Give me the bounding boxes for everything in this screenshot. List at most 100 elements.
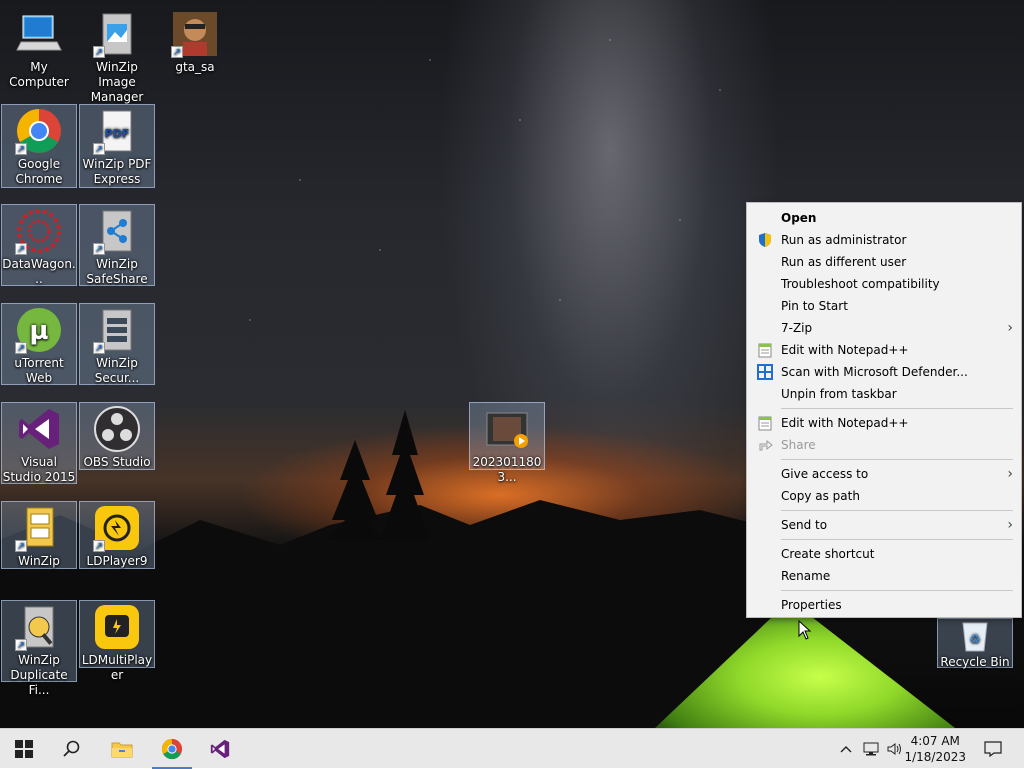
chevron-up-icon (840, 746, 852, 753)
search-icon (63, 740, 80, 757)
shortcut-arrow-icon: ↗ (171, 46, 183, 58)
menu-item-scan-with-defender[interactable]: Scan with Microsoft Defender... (747, 361, 1021, 383)
icon-label: LDMultiPlayer (81, 653, 153, 682)
taskbar-visual-studio[interactable] (196, 729, 244, 769)
desktop-icon-datawagon[interactable]: ↗ DataWagon... (1, 204, 77, 286)
shortcut-arrow-icon: ↗ (15, 243, 27, 255)
volume-button[interactable] (884, 729, 906, 769)
winzip-safeshare-icon: ↗ (93, 207, 141, 255)
icon-label: WinZip PDF Express (82, 157, 152, 186)
visual-studio-icon (210, 739, 230, 759)
desktop-icon-winzip-secure[interactable]: ↗ WinZip Secur... (79, 303, 155, 385)
video-file-icon (483, 405, 531, 453)
menu-item-edit-with-notepadpp-2[interactable]: Edit with Notepad++ (747, 412, 1021, 434)
desktop-icon-ldmultiplayer[interactable]: LDMultiPlayer (79, 600, 155, 682)
menu-item-create-shortcut[interactable]: Create shortcut (747, 543, 1021, 565)
menu-separator (781, 510, 1013, 511)
menu-item-open[interactable]: Open (747, 207, 1021, 229)
menu-item-label: Share (781, 438, 816, 452)
notifications-button[interactable] (978, 729, 1008, 769)
context-menu: Open Run as administrator Run as differe… (746, 202, 1022, 618)
winzip-secure-icon: ↗ (93, 306, 141, 354)
submenu-arrow-icon: › (1007, 320, 1013, 336)
desktop-icon-video-file[interactable]: 2023011803... (469, 402, 545, 484)
menu-item-label: Copy as path (781, 489, 860, 503)
shortcut-arrow-icon: ↗ (93, 540, 105, 552)
menu-item-edit-with-notepadpp[interactable]: Edit with Notepad++ (747, 339, 1021, 361)
menu-item-label: Properties (781, 598, 842, 612)
menu-item-label: Send to (781, 518, 828, 532)
desktop-icon-ldplayer9[interactable]: ↗ LDPlayer9 (79, 501, 155, 569)
winzip-image-icon: ↗ (93, 10, 141, 58)
visual-studio-icon (15, 405, 63, 453)
desktop-icon-winzip[interactable]: ↗ WinZip (1, 501, 77, 569)
icon-label: LDPlayer9 (86, 554, 148, 568)
icon-label: WinZip (18, 554, 60, 568)
desktop-icon-google-chrome[interactable]: ↗ Google Chrome (1, 104, 77, 188)
winzip-icon: ↗ (15, 504, 63, 552)
menu-item-rename[interactable]: Rename (747, 565, 1021, 587)
svg-text:µ: µ (29, 316, 48, 346)
menu-item-unpin-from-taskbar[interactable]: Unpin from taskbar (747, 383, 1021, 405)
network-button[interactable] (860, 729, 882, 769)
shortcut-arrow-icon: ↗ (93, 243, 105, 255)
icon-label: WinZip Secur... (94, 356, 140, 385)
uac-shield-icon (757, 232, 773, 248)
desktop-icon-obs-studio[interactable]: OBS Studio (79, 402, 155, 470)
submenu-arrow-icon: › (1007, 517, 1013, 533)
icon-label: WinZip Duplicate Fi... (10, 653, 68, 697)
taskbar-file-explorer[interactable] (98, 729, 146, 769)
menu-separator (781, 539, 1013, 540)
menu-item-troubleshoot-compatibility[interactable]: Troubleshoot compatibility (747, 273, 1021, 295)
menu-item-properties[interactable]: Properties (747, 594, 1021, 616)
submenu-arrow-icon: › (1007, 466, 1013, 482)
menu-item-label: Run as administrator (781, 233, 907, 247)
obs-icon (93, 405, 141, 453)
clock-time: 4:07 AM (910, 734, 960, 748)
share-icon (757, 437, 773, 453)
clock[interactable]: 4:07 AM 1/18/2023 (904, 733, 966, 765)
icon-label: DataWagon... (2, 257, 76, 286)
desktop-icon-visual-studio-2015[interactable]: Visual Studio 2015 (1, 402, 77, 484)
menu-item-label: Pin to Start (781, 299, 848, 313)
menu-item-label: Create shortcut (781, 547, 875, 561)
menu-item-label: Open (781, 211, 817, 225)
start-button[interactable] (0, 729, 48, 769)
desktop-icon-winzip-image-manager[interactable]: ↗ WinZip Image Manager (79, 8, 155, 105)
utorrent-icon: µ ↗ (15, 306, 63, 354)
desktop-icon-winzip-pdf-express[interactable]: PDF ↗ WinZip PDF Express (79, 104, 155, 188)
clock-date: 1/18/2023 (904, 750, 966, 764)
icon-label: gta_sa (175, 60, 215, 74)
datawagon-icon: ↗ (15, 207, 63, 255)
desktop-icon-winzip-duplicate-finder[interactable]: ↗ WinZip Duplicate Fi... (1, 600, 77, 697)
menu-item-copy-as-path[interactable]: Copy as path (747, 485, 1021, 507)
menu-item-send-to[interactable]: Send to › (747, 514, 1021, 536)
shortcut-arrow-icon: ↗ (15, 540, 27, 552)
computer-icon (15, 10, 63, 58)
icon-label: WinZip Image Manager (90, 60, 144, 104)
shortcut-arrow-icon: ↗ (93, 342, 105, 354)
icon-label: uTorrent Web (14, 356, 64, 385)
winzip-pdf-icon: PDF ↗ (93, 107, 141, 155)
show-hidden-icons-button[interactable] (836, 729, 856, 769)
desktop-icon-utorrent-web[interactable]: µ ↗ uTorrent Web (1, 303, 77, 385)
icon-label: Google Chrome (15, 157, 63, 186)
desktop-icon-my-computer[interactable]: My Computer (1, 8, 77, 90)
menu-item-pin-to-start[interactable]: Pin to Start (747, 295, 1021, 317)
desktop-icon-recycle-bin[interactable]: ♻ Recycle Bin (937, 618, 1013, 669)
search-button[interactable] (48, 729, 96, 769)
shortcut-arrow-icon: ↗ (93, 46, 105, 58)
desktop-icon-winzip-safeshare[interactable]: ↗ WinZip SafeShare (79, 204, 155, 286)
icon-label: OBS Studio (83, 455, 151, 469)
desktop-icon-gta-sa[interactable]: ↗ gta_sa (157, 8, 233, 75)
menu-item-run-as-different-user[interactable]: Run as different user (747, 251, 1021, 273)
icon-label: WinZip SafeShare (86, 257, 148, 286)
menu-item-7zip[interactable]: 7-Zip › (747, 317, 1021, 339)
menu-item-label: Unpin from taskbar (781, 387, 897, 401)
ldmultiplayer-icon (93, 603, 141, 651)
menu-item-give-access-to[interactable]: Give access to › (747, 463, 1021, 485)
file-explorer-icon (111, 742, 133, 758)
menu-item-run-as-administrator[interactable]: Run as administrator (747, 229, 1021, 251)
notepadpp-icon (757, 415, 773, 431)
taskbar-chrome[interactable] (148, 729, 196, 769)
